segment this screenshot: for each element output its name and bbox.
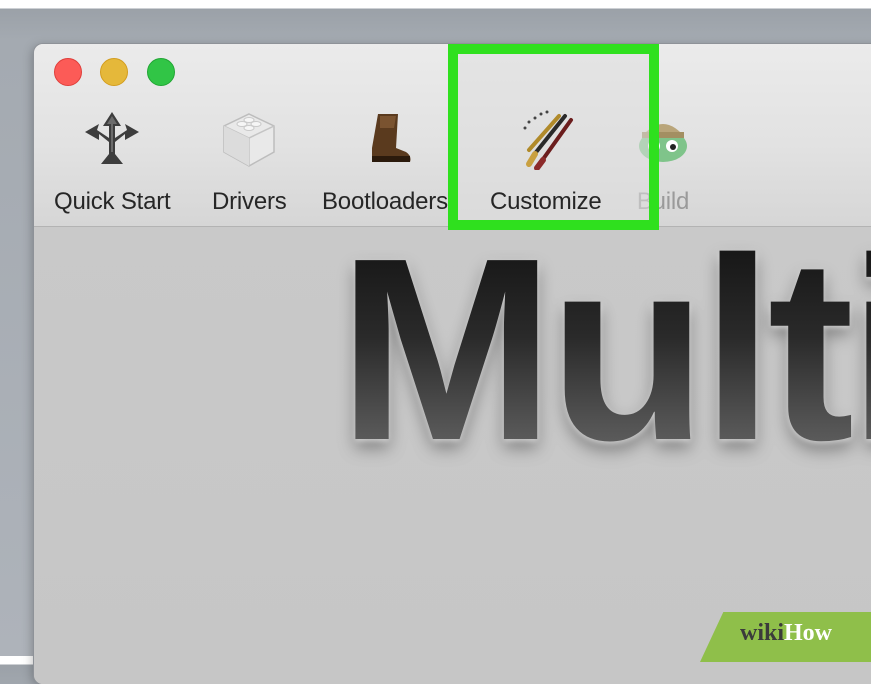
watermark-logo: wikiHow: [740, 620, 832, 647]
minimize-button[interactable]: [100, 58, 128, 86]
toolbar-label: Quick Start: [54, 188, 171, 215]
quick-start-icon: [77, 104, 147, 174]
toolbar-item-quick-start[interactable]: Quick Start: [54, 104, 171, 216]
drivers-icon: [214, 104, 284, 174]
boot-icon: [350, 104, 420, 174]
toolbar-label: Customize: [490, 188, 602, 215]
hero-title: Multi: [338, 220, 871, 480]
close-button[interactable]: [54, 58, 82, 86]
toolbar-label: Drivers: [212, 188, 287, 215]
zoom-button[interactable]: [147, 58, 175, 86]
watermark-part1: wiki: [740, 620, 785, 646]
brushes-icon: [511, 104, 581, 174]
toolbar-item-bootloaders[interactable]: Bootloaders: [322, 104, 448, 216]
toolbar-item-drivers[interactable]: Drivers: [212, 104, 287, 216]
watermark-part2: How: [784, 620, 833, 646]
toolbar-item-customize[interactable]: Customize: [490, 104, 602, 216]
